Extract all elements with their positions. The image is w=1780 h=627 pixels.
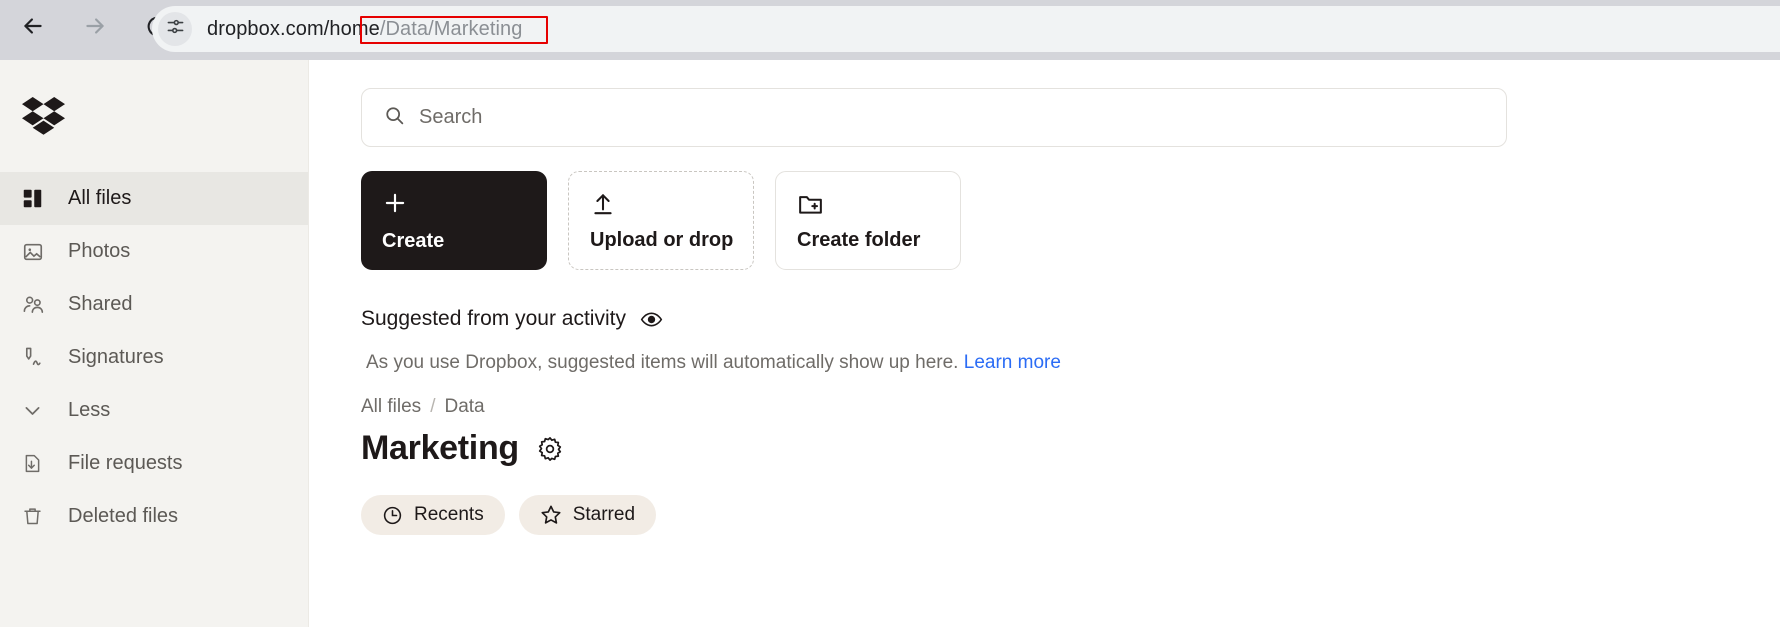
forward-button[interactable] [72, 3, 118, 49]
breadcrumb: All files / Data [361, 396, 1780, 418]
create-folder-button[interactable]: Create folder [775, 171, 961, 270]
arrow-right-icon [82, 13, 108, 39]
breadcrumb-item-all-files[interactable]: All files [361, 396, 421, 418]
sidebar-item-label: Shared [68, 293, 133, 315]
url-text[interactable]: dropbox.com/home/Data/Marketing [207, 18, 522, 41]
photos-icon [22, 241, 52, 263]
dropbox-logo-icon [22, 97, 65, 135]
suggested-empty-text: As you use Dropbox, suggested items will… [366, 352, 959, 373]
sidebar: All files Photos Shared Signatures Less … [0, 60, 309, 627]
all-files-icon [22, 188, 52, 209]
filter-chip-row: Recents Starred [361, 495, 1780, 535]
signature-pen-icon [22, 346, 52, 369]
site-info-button[interactable] [158, 12, 192, 46]
star-icon [540, 504, 562, 526]
chip-label: Starred [572, 504, 636, 525]
address-bar[interactable]: dropbox.com/home/Data/Marketing [152, 6, 1780, 52]
sidebar-item-all-files[interactable]: All files [0, 172, 308, 225]
search-bar[interactable] [361, 88, 1507, 147]
shared-people-icon [22, 293, 52, 316]
create-button[interactable]: Create [361, 171, 547, 270]
gear-icon[interactable] [537, 436, 563, 462]
upload-or-drop-button[interactable]: Upload or drop [568, 171, 754, 270]
sidebar-item-label: All files [68, 187, 132, 209]
dropbox-app: All files Photos Shared Signatures Less … [0, 60, 1780, 627]
arrow-left-icon [20, 13, 46, 39]
dropbox-logo[interactable] [0, 60, 308, 172]
upload-arrow-icon [590, 191, 753, 223]
plus-icon [382, 190, 547, 222]
clock-icon [382, 505, 403, 526]
action-card-row: Create Upload or drop Create folder [361, 171, 1780, 270]
browser-chrome: dropbox.com/home/Data/Marketing [0, 0, 1780, 60]
suggested-header: Suggested from your activity [361, 307, 1780, 331]
page-title: Marketing [361, 429, 519, 467]
file-request-icon [22, 453, 52, 474]
page-title-row: Marketing [361, 429, 1780, 468]
sidebar-item-label: Signatures [68, 346, 164, 368]
search-input[interactable] [419, 106, 1429, 129]
trash-icon [22, 506, 52, 527]
sidebar-item-label: File requests [68, 452, 183, 474]
url-host: dropbox.com/home [207, 17, 380, 40]
sidebar-item-shared[interactable]: Shared [0, 278, 308, 331]
sidebar-item-deleted-files[interactable]: Deleted files [0, 490, 308, 543]
search-icon [384, 105, 405, 131]
suggested-empty-message: As you use Dropbox, suggested items will… [366, 352, 1780, 374]
sidebar-item-file-requests[interactable]: File requests [0, 437, 308, 490]
back-button[interactable] [10, 3, 56, 49]
breadcrumb-separator: / [430, 396, 436, 417]
sidebar-item-label: Less [68, 399, 111, 421]
sidebar-item-photos[interactable]: Photos [0, 225, 308, 278]
folder-plus-icon [797, 191, 960, 223]
chip-label: Recents [414, 504, 484, 525]
learn-more-link[interactable]: Learn more [964, 352, 1061, 373]
upload-or-drop-label: Upload or drop [590, 229, 734, 251]
chip-recents[interactable]: Recents [361, 495, 505, 535]
suggested-title: Suggested from your activity [361, 307, 626, 330]
create-folder-label: Create folder [797, 229, 921, 251]
main-content: Create Upload or drop [309, 60, 1780, 627]
create-button-label: Create [382, 230, 445, 252]
sidebar-item-less[interactable]: Less [0, 384, 308, 437]
breadcrumb-item-data[interactable]: Data [444, 396, 484, 418]
eye-icon[interactable] [640, 308, 663, 331]
page-settings-icon [166, 17, 185, 41]
chip-starred[interactable]: Starred [518, 495, 657, 535]
chevron-down-icon [22, 400, 52, 421]
sidebar-item-label: Deleted files [68, 505, 179, 527]
sidebar-item-signatures[interactable]: Signatures [0, 331, 308, 384]
sidebar-item-label: Photos [68, 240, 131, 262]
url-path: /Data/Marketing [379, 17, 523, 40]
